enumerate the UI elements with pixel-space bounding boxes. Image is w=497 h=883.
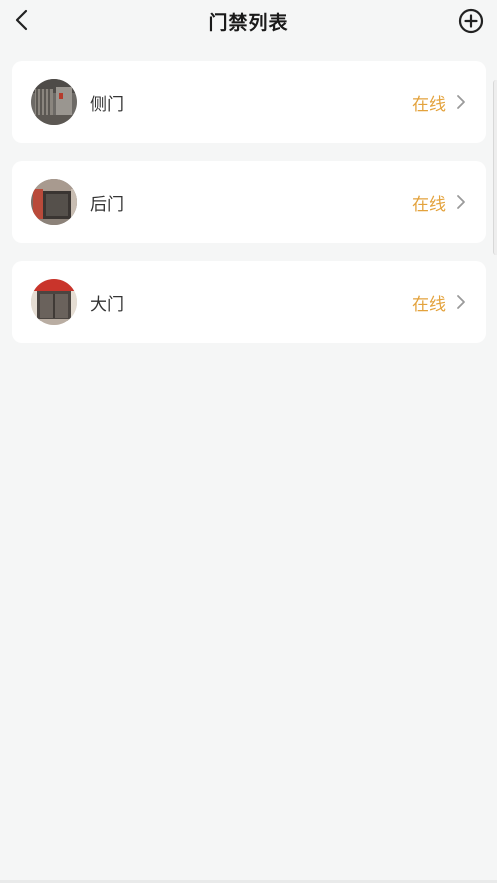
door-card-side[interactable]: 侧门 在线 xyxy=(12,61,486,143)
door-thumbnail xyxy=(31,179,77,225)
chevron-right-icon xyxy=(454,293,468,311)
door-name: 侧门 xyxy=(90,94,124,115)
chevron-right-icon xyxy=(454,93,468,111)
main-gate-photo-icon xyxy=(31,279,77,325)
door-name: 大门 xyxy=(90,294,124,315)
top-bar: 门禁列表 xyxy=(0,0,497,44)
door-list-screen: 门禁列表 侧门 在线 后门 在线 大门 在线 xyxy=(0,0,497,883)
door-card-main[interactable]: 大门 在线 xyxy=(12,261,486,343)
door-list: 侧门 在线 后门 在线 大门 在线 xyxy=(12,61,486,361)
door-status: 在线 xyxy=(412,294,446,315)
door-status: 在线 xyxy=(412,194,446,215)
scrollbar[interactable] xyxy=(493,80,497,255)
door-card-back[interactable]: 后门 在线 xyxy=(12,161,486,243)
side-gate-photo-icon xyxy=(31,79,77,125)
door-status: 在线 xyxy=(412,94,446,115)
door-thumbnail xyxy=(31,79,77,125)
add-door-button[interactable] xyxy=(457,7,485,35)
door-name: 后门 xyxy=(90,194,124,215)
door-thumbnail xyxy=(31,279,77,325)
page-title: 门禁列表 xyxy=(208,12,289,34)
plus-circle-icon xyxy=(458,8,484,34)
chevron-right-icon xyxy=(454,193,468,211)
back-door-photo-icon xyxy=(31,179,77,225)
